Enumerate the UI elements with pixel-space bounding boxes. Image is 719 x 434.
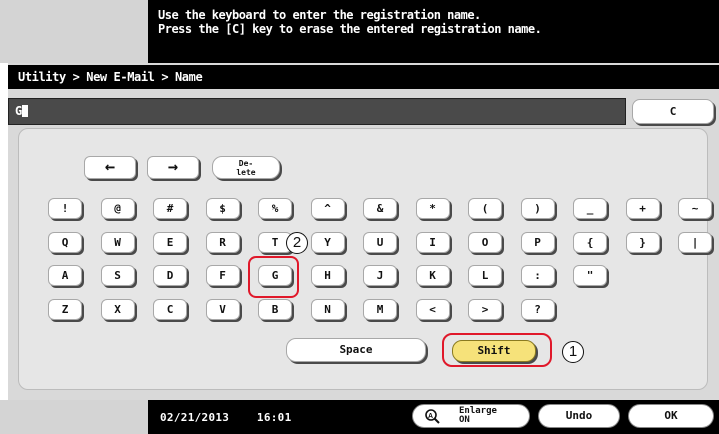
key-sym-0-0[interactable]: ! <box>48 198 82 219</box>
arrow-left-icon: ← <box>104 157 116 177</box>
footer-left-spacer <box>0 400 148 434</box>
key-sym-0-9[interactable]: ) <box>520 198 555 219</box>
key-sym-0-3[interactable]: $ <box>205 198 240 219</box>
key-o[interactable]: O <box>468 232 502 253</box>
message-line-1: Use the keyboard to enter the registrati… <box>158 8 481 22</box>
key-sym-3-8[interactable]: > <box>468 299 502 320</box>
message-bar-left-spacer <box>0 0 148 63</box>
key-sym-0-11[interactable]: + <box>625 198 660 219</box>
enlarge-icon: A <box>423 408 441 424</box>
callout-2: 2 <box>286 232 308 254</box>
key-j[interactable]: J <box>363 265 397 286</box>
key-c[interactable]: C <box>153 299 187 320</box>
key-y[interactable]: Y <box>310 232 345 253</box>
key-m[interactable]: M <box>363 299 397 320</box>
breadcrumb: Utility > New E-Mail > Name <box>8 65 719 89</box>
key-b[interactable]: B <box>258 299 292 320</box>
key-e[interactable]: E <box>153 232 187 253</box>
key-sym-0-12[interactable]: ~ <box>678 198 712 219</box>
key-sym-1-10[interactable]: { <box>573 232 607 253</box>
key-sym-2-10[interactable]: " <box>573 265 607 286</box>
key-sym-3-7[interactable]: < <box>415 299 450 320</box>
key-f[interactable]: F <box>205 265 240 286</box>
key-r[interactable]: R <box>205 232 240 253</box>
svg-text:A: A <box>428 413 433 420</box>
cursor-right-button[interactable]: → <box>147 156 199 179</box>
clear-button[interactable]: C <box>632 99 714 124</box>
delete-label-line-2: lete <box>236 168 256 177</box>
key-z[interactable]: Z <box>48 299 82 320</box>
key-sym-2-9[interactable]: : <box>520 265 555 286</box>
delete-button[interactable]: De- lete <box>212 156 280 179</box>
datetime: 02/21/2013 16:01 <box>160 411 292 424</box>
key-sym-0-5[interactable]: ^ <box>310 198 345 219</box>
key-h[interactable]: H <box>310 265 345 286</box>
key-n[interactable]: N <box>310 299 345 320</box>
key-sym-0-4[interactable]: % <box>258 198 292 219</box>
name-input-value: G <box>15 104 23 118</box>
enlarge-button[interactable]: A Enlarge ON <box>412 404 530 428</box>
undo-button[interactable]: Undo <box>538 404 620 428</box>
cursor-left-button[interactable]: ← <box>84 156 136 179</box>
key-a[interactable]: A <box>48 265 82 286</box>
key-sym-0-10[interactable]: _ <box>573 198 607 219</box>
space-button[interactable]: Space <box>286 338 426 362</box>
key-p[interactable]: P <box>520 232 555 253</box>
key-k[interactable]: K <box>415 265 450 286</box>
shift-highlight <box>442 333 552 367</box>
ok-button[interactable]: OK <box>628 404 714 428</box>
key-v[interactable]: V <box>205 299 240 320</box>
name-input[interactable]: G <box>8 98 626 125</box>
key-sym-0-6[interactable]: & <box>363 198 397 219</box>
key-i[interactable]: I <box>415 232 450 253</box>
key-l[interactable]: L <box>468 265 502 286</box>
key-s[interactable]: S <box>100 265 135 286</box>
enlarge-label: Enlarge ON <box>459 407 497 425</box>
key-sym-3-9[interactable]: ? <box>520 299 555 320</box>
key-u[interactable]: U <box>363 232 397 253</box>
callout-1: 1 <box>562 341 584 363</box>
key-w[interactable]: W <box>100 232 135 253</box>
enlarge-state: ON <box>459 415 470 425</box>
message-bar: Use the keyboard to enter the registrati… <box>0 0 719 63</box>
arrow-right-icon: → <box>167 157 179 177</box>
key-q[interactable]: Q <box>48 232 82 253</box>
key-sym-0-1[interactable]: @ <box>100 198 135 219</box>
g-key-highlight <box>248 256 299 298</box>
key-sym-1-11[interactable]: } <box>625 232 660 253</box>
key-sym-0-7[interactable]: * <box>415 198 450 219</box>
key-x[interactable]: X <box>100 299 135 320</box>
key-sym-0-2[interactable]: # <box>153 198 187 219</box>
key-d[interactable]: D <box>153 265 187 286</box>
delete-label-line-1: De- <box>238 159 254 168</box>
key-sym-0-8[interactable]: ( <box>468 198 502 219</box>
text-cursor <box>22 105 29 117</box>
key-sym-1-12[interactable]: | <box>678 232 712 253</box>
message-line-2: Press the [C] key to erase the entered r… <box>158 22 542 36</box>
